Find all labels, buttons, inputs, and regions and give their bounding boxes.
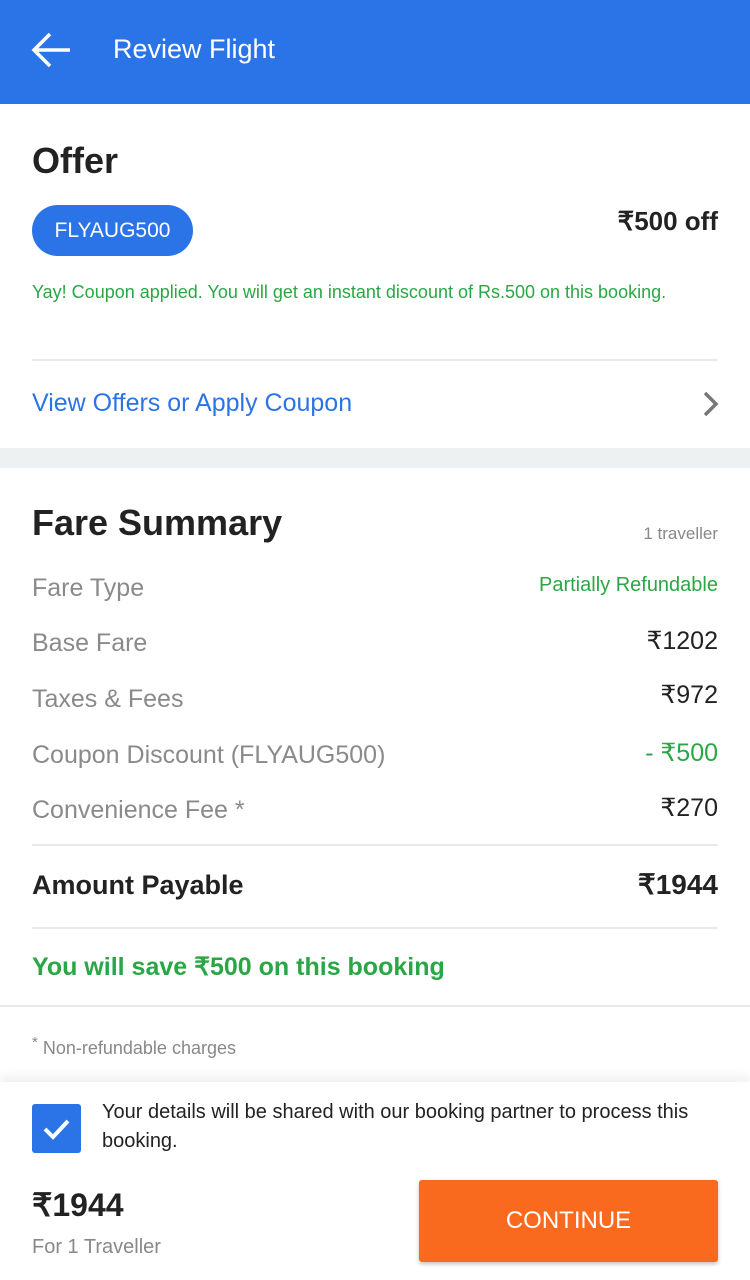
fare-summary-heading: Fare Summary [32,502,283,543]
page-title: Review Flight [113,34,276,64]
bottom-bar: Your details will be shared with our boo… [0,1082,750,1280]
footer-price: ₹1944 [32,1187,124,1223]
base-fare-label: Base Fare [32,629,148,657]
coupon-applied-message: Yay! Coupon applied. You will get an ins… [32,282,667,302]
amount-payable-label: Amount Payable [32,870,244,900]
traveller-count: 1 traveller [643,524,718,543]
convenience-fee-label: Convenience Fee * [32,796,245,824]
coupon-code-badge: FLYAUG500 [32,205,193,256]
consent-checkbox[interactable] [32,1104,81,1153]
coupon-discount-label: Coupon Discount (FLYAUG500) [32,741,386,769]
footer-price-subtitle: For 1 Traveller [32,1236,161,1258]
view-offers-link[interactable]: View Offers or Apply Coupon [32,389,352,418]
chevron-right-icon [703,391,719,417]
section-separator [0,448,750,468]
consent-text: Your details will be shared with our boo… [102,1101,689,1152]
fare-type-value: Partially Refundable [539,574,718,596]
amount-payable-value: ₹1944 [637,869,718,900]
fare-type-label: Fare Type [32,574,145,602]
taxes-value: ₹972 [660,681,718,709]
footnote: * Non-refundable charges [32,1034,236,1059]
discount-label: ₹500 off [617,206,718,236]
checkmark-icon [43,1119,70,1140]
convenience-fee-value: ₹270 [660,794,718,822]
coupon-discount-value: - ₹500 [645,739,718,767]
divider [0,1005,750,1007]
arrow-left-icon [31,32,70,68]
continue-button[interactable]: CONTINUE [419,1180,718,1262]
offer-heading: Offer [32,140,119,181]
divider [32,927,718,929]
base-fare-value: ₹1202 [646,627,718,655]
view-offers-row[interactable]: View Offers or Apply Coupon [0,372,750,438]
divider [32,359,718,361]
footnote-mark: * [32,1034,38,1051]
app-header: Review Flight [0,0,750,104]
footnote-text: Non-refundable charges [42,1038,236,1058]
divider [32,844,718,846]
back-button[interactable] [30,30,72,75]
savings-message: You will save ₹500 on this booking [32,953,445,981]
taxes-label: Taxes & Fees [32,685,184,713]
